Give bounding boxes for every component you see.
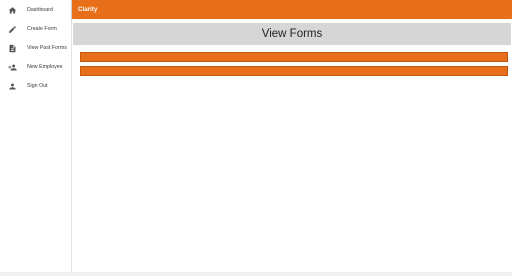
sidebar-item-sign-out[interactable]: Sign Out <box>0 79 72 95</box>
sidebar-item-create-form[interactable]: Create Form <box>0 22 72 38</box>
sidebar-item-label: View Past Forms <box>27 45 67 51</box>
document-icon <box>8 44 17 53</box>
form-list-item[interactable]: Name: Boeing Form II, Date: 2023-10-16 <box>80 52 508 68</box>
main-content: View Forms Name: Boeing Form II, Date: 2… <box>72 19 512 272</box>
person-icon <box>8 82 17 91</box>
home-icon <box>8 6 17 15</box>
sidebar-item-label: Dashboard <box>27 7 53 13</box>
page-header: View Forms <box>73 23 511 45</box>
sidebar-item-new-employee[interactable]: New Employee <box>0 60 72 76</box>
form-list-item-label: Name: Boeing Employee Opinion Form, Date… <box>227 76 361 82</box>
sidebar-nav: Dashboard Create Form View Past Forms Ne… <box>0 0 72 272</box>
pencil-icon <box>8 25 17 34</box>
app-bar: Clarity <box>72 0 512 19</box>
sidebar-item-label: Create Form <box>27 26 57 32</box>
person-add-icon <box>8 63 17 72</box>
app-title: Clarity <box>78 6 98 13</box>
sidebar-item-dashboard[interactable]: Dashboard <box>0 3 72 19</box>
window-bottom-edge <box>0 272 512 276</box>
app-window: Dashboard Create Form View Past Forms Ne… <box>0 0 512 276</box>
page-title: View Forms <box>261 28 323 40</box>
sidebar-item-view-past-forms[interactable]: View Past Forms <box>0 41 72 57</box>
sidebar-item-label: Sign Out <box>27 83 48 89</box>
sidebar-item-label: New Employee <box>27 64 63 70</box>
form-list-item[interactable]: Name: Boeing Employee Opinion Form, Date… <box>80 66 508 82</box>
